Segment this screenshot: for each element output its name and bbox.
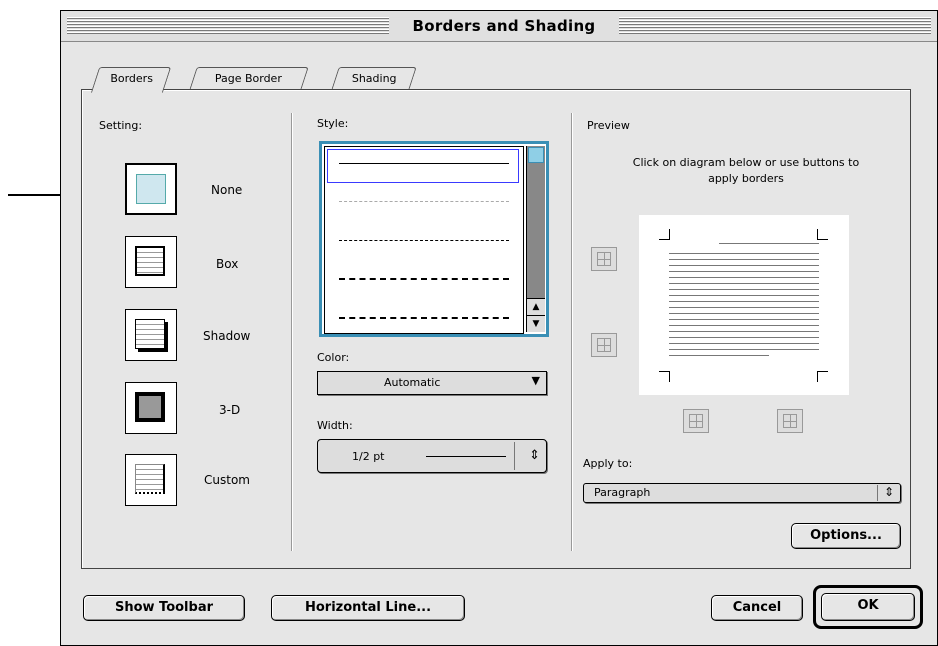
separator-right [571, 113, 573, 551]
stepper-arrows-icon: ⇕ [883, 485, 894, 499]
corner-top-right [817, 229, 828, 240]
tab-page-border-label: Page Border [215, 72, 283, 85]
setting-shadow-icon[interactable] [125, 309, 177, 361]
corner-bottom-right [817, 371, 828, 382]
title-bar-stripes-left [67, 17, 389, 34]
style-long-dash-line[interactable] [339, 278, 509, 280]
right-border-button-icon[interactable] [777, 409, 803, 433]
apply-to-value: Paragraph [594, 486, 651, 499]
tab-shading-label: Shading [351, 72, 397, 85]
title-bar[interactable]: Borders and Shading [61, 11, 937, 42]
preview-diagram[interactable] [639, 215, 849, 395]
color-value: Automatic [384, 376, 441, 389]
left-border-button-icon[interactable] [683, 409, 709, 433]
scroll-down-arrow-icon[interactable]: ▼ [527, 315, 545, 332]
horizontal-line-button[interactable]: Horizontal Line... [271, 595, 465, 621]
cancel-button[interactable]: Cancel [711, 595, 803, 621]
tab-borders-label: Borders [110, 72, 153, 85]
setting-3d-label[interactable]: 3-D [219, 403, 240, 417]
style-dash-dot-line[interactable] [339, 317, 509, 319]
width-sample-line [426, 456, 506, 457]
apply-to-label: Apply to: [583, 457, 633, 470]
scroll-up-arrow-icon[interactable]: ▲ [527, 298, 545, 315]
style-list[interactable]: ▲ ▼ [319, 141, 549, 337]
window-title: Borders and Shading [412, 17, 596, 35]
title-bar-stripes-right [619, 17, 931, 34]
tab-page-border[interactable]: Page Border [189, 67, 309, 90]
setting-shadow-label[interactable]: Shadow [203, 329, 250, 343]
show-toolbar-button[interactable]: Show Toolbar [83, 595, 245, 621]
color-label: Color: [317, 351, 350, 364]
setting-3d-icon[interactable] [125, 382, 177, 434]
scroll-thumb[interactable] [528, 147, 544, 163]
color-dropdown[interactable]: Automatic ▼ [317, 371, 547, 395]
style-dashed-line[interactable] [339, 240, 509, 241]
width-dropdown[interactable]: 1/2 pt ⇕ [317, 439, 547, 473]
ok-button[interactable]: OK [821, 593, 915, 621]
options-button[interactable]: Options... [791, 523, 901, 549]
setting-none-icon[interactable] [125, 163, 177, 215]
style-label: Style: [317, 117, 349, 130]
preview-hint: Click on diagram below or use buttons to… [632, 156, 860, 185]
style-list-items [324, 146, 524, 334]
width-label: Width: [317, 419, 353, 432]
setting-custom-icon[interactable] [125, 454, 177, 506]
setting-custom-label[interactable]: Custom [204, 473, 250, 487]
setting-label: Setting: [99, 119, 143, 132]
width-value: 1/2 pt [352, 450, 385, 463]
setting-none-label[interactable]: None [211, 183, 242, 197]
top-border-button-icon[interactable] [591, 247, 617, 271]
tab-borders[interactable]: Borders [90, 67, 172, 93]
apply-to-divider [877, 485, 878, 501]
apply-to-dropdown[interactable]: Paragraph ⇕ [583, 483, 901, 503]
width-divider [514, 442, 515, 470]
corner-bottom-left [659, 371, 670, 382]
chevron-down-icon: ▼ [531, 374, 540, 387]
corner-top-left [659, 229, 670, 240]
bottom-border-button-icon[interactable] [591, 333, 617, 357]
tab-shading[interactable]: Shading [331, 67, 417, 90]
style-selected-row[interactable] [327, 149, 519, 183]
preview-label: Preview [587, 119, 630, 132]
style-solid-line[interactable] [339, 163, 509, 164]
stepper-arrows-icon: ⇕ [529, 448, 540, 463]
setting-box-icon[interactable] [125, 236, 177, 288]
style-scrollbar[interactable]: ▲ ▼ [526, 146, 545, 332]
borders-and-shading-dialog: Borders and Shading Borders Page Border … [60, 10, 938, 646]
setting-box-label[interactable]: Box [216, 257, 238, 271]
separator-left [291, 113, 293, 551]
style-dotted-line[interactable] [339, 201, 509, 202]
